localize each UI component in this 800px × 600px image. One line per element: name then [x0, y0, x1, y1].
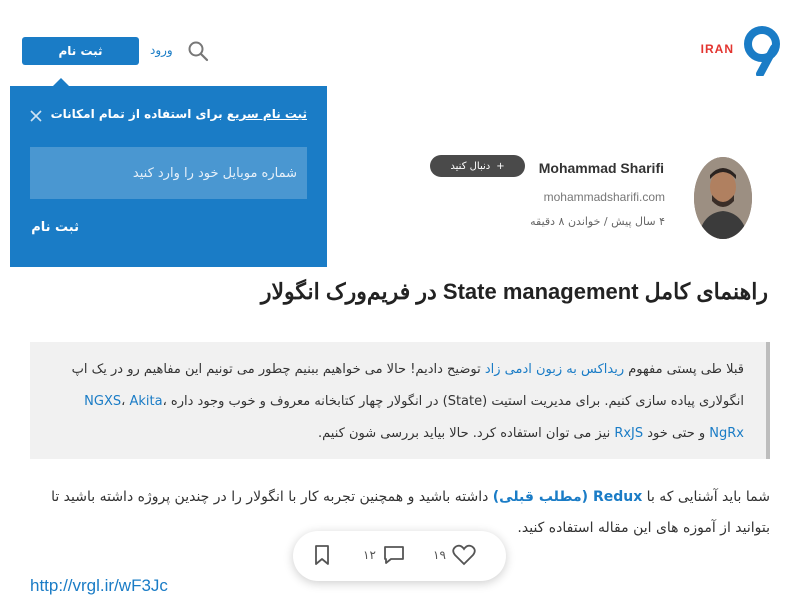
logo-text: IRAN — [700, 42, 734, 56]
post-title: راهنمای کامل State management در فریم‌ور… — [260, 279, 768, 304]
popup-title: ثبت نام سریع برای استفاده از تمام امکانا… — [51, 107, 307, 121]
quote-text: قبلا طی پستی مفهوم ریداکس به زبون ادمی ز… — [46, 354, 744, 450]
redux-previous-post-link[interactable]: Redux (مطلب قبلی) — [493, 489, 642, 505]
comment-action[interactable]: ۱۲ — [363, 544, 406, 566]
close-icon[interactable] — [28, 108, 44, 124]
like-action[interactable]: ۱۹ — [433, 544, 476, 566]
author-avatar[interactable] — [694, 157, 752, 239]
popup-title-rest: برای استفاده از تمام امکانات — [50, 107, 227, 121]
search-icon[interactable] — [186, 39, 210, 63]
plus-icon: + — [496, 160, 505, 172]
follow-button[interactable]: + دنبال کنید — [430, 155, 525, 177]
floating-action-bar: ۱۹ ۱۲ — [293, 531, 506, 581]
popup-signup-button[interactable]: ثبت نام — [31, 220, 79, 235]
author-name[interactable]: Mohammad Sharifi — [539, 160, 664, 176]
post-meta: ۴ سال پیش / خواندن ۸ دقیقه — [530, 215, 665, 228]
quick-signup-popup: ثبت نام سریع برای استفاده از تمام امکانا… — [10, 86, 327, 267]
bookmark-icon — [315, 545, 329, 565]
follow-label: دنبال کنید — [450, 160, 491, 172]
ngrx-link[interactable]: NgRx — [709, 426, 744, 441]
popup-title-highlight: ثبت نام سریع — [226, 107, 307, 121]
avatar-image — [694, 157, 752, 239]
quote-text-4: نیز می توان استفاده کرد. حالا بیاید بررس… — [318, 426, 615, 441]
body-text-1: شما باید آشنایی که با — [642, 489, 770, 505]
comment-count: ۱۲ — [363, 548, 376, 562]
like-count: ۱۹ — [433, 548, 446, 562]
signup-button[interactable]: ثبت نام — [22, 37, 139, 65]
bookmark-action[interactable] — [313, 544, 331, 566]
akita-link[interactable]: Akita — [129, 394, 162, 409]
virgool-logo-icon[interactable] — [742, 26, 782, 76]
quote-text-3: و حتی خود — [643, 426, 710, 441]
comment-icon — [383, 546, 404, 564]
quote-text-1: قبلا طی پستی مفهوم — [624, 362, 744, 377]
rxjs-link[interactable]: RxJS — [614, 426, 643, 441]
short-url-link[interactable]: http://vrgl.ir/wF3Jc — [30, 576, 168, 596]
intro-quote: قبلا طی پستی مفهوم ریداکس به زبون ادمی ز… — [30, 342, 770, 459]
ngxs-link[interactable]: NGXS — [84, 394, 121, 409]
heart-icon — [452, 544, 476, 566]
login-link[interactable]: ورود — [150, 43, 173, 57]
redux-article-link[interactable]: ریداکس به زبون ادمی زاد — [485, 362, 624, 377]
author-website[interactable]: mohammadsharifi.com — [544, 190, 665, 204]
mobile-number-input[interactable]: شماره موبایل خود را وارد کنید — [30, 147, 307, 199]
